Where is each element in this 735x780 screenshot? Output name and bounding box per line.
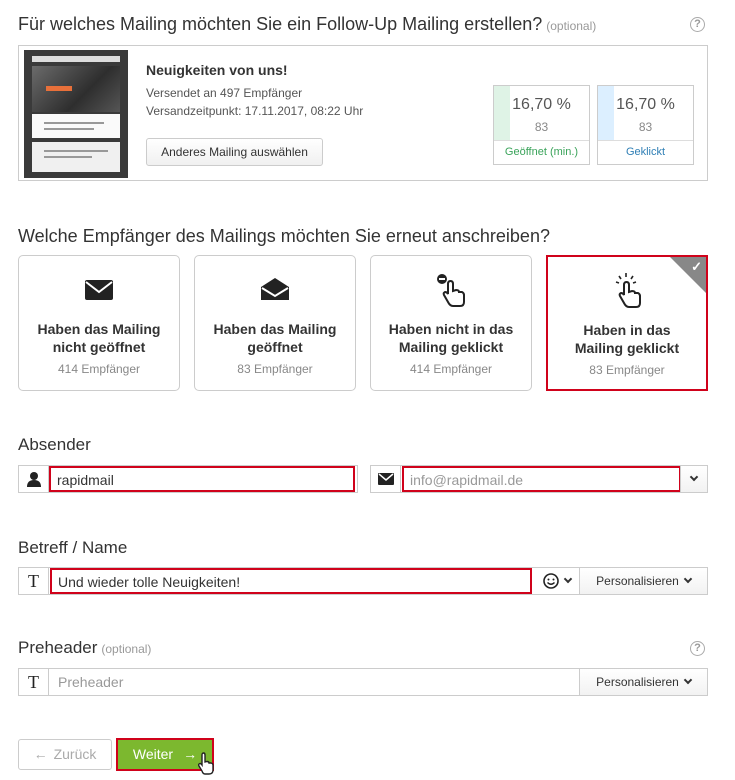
option-not-clicked[interactable]: Haben nicht in das Mailing geklickt 414 E… bbox=[370, 255, 532, 391]
preheader-label: Preheader (optional) bbox=[18, 638, 151, 658]
no-click-icon bbox=[371, 274, 531, 308]
option-label-line1: Haben in das bbox=[583, 322, 671, 338]
checkmark-icon: ✓ bbox=[691, 259, 702, 274]
section-title-recipients: Welche Empfänger des Mailings möchten Si… bbox=[18, 226, 550, 246]
option-label-line2: Mailing geklickt bbox=[574, 340, 680, 356]
section-title-text: Für welches Mailing möchten Sie ein Foll… bbox=[18, 14, 543, 34]
sender-email-field: info@rapidmail.de bbox=[370, 465, 708, 493]
option-label-line1: Haben das Mailing bbox=[37, 321, 161, 337]
arrow-left-icon: ← bbox=[33, 746, 48, 762]
preheader-field: T Preheader Personalisieren bbox=[18, 668, 708, 696]
option-label-line2: geöffnet bbox=[247, 339, 303, 355]
chevron-down-icon bbox=[563, 574, 573, 584]
option-label-line2: nicht geöffnet bbox=[52, 339, 146, 355]
sender-name-field: rapidmail bbox=[18, 465, 358, 493]
emoji-button[interactable] bbox=[535, 568, 579, 594]
envelope-open-icon bbox=[195, 274, 355, 308]
back-button[interactable]: ← Zurück bbox=[18, 739, 112, 770]
sender-name-input[interactable]: rapidmail bbox=[49, 466, 355, 492]
optional-label: (optional) bbox=[546, 19, 597, 33]
text-icon: T bbox=[19, 568, 49, 594]
sender-email-dropdown[interactable] bbox=[680, 466, 707, 492]
subject-label: Betreff / Name bbox=[18, 538, 128, 557]
envelope-icon bbox=[371, 466, 401, 492]
preheader-label-text: Preheader bbox=[18, 638, 98, 657]
mailing-sent-to: Versendet an 497 Empfänger bbox=[146, 86, 303, 100]
sender-label: Absender bbox=[18, 435, 91, 454]
personalize-label: Personalisieren bbox=[596, 675, 679, 689]
preheader-input[interactable]: Preheader bbox=[50, 669, 580, 695]
preheader-placeholder: Preheader bbox=[58, 674, 124, 690]
stat-clicked-percent: 16,70 % bbox=[616, 96, 675, 113]
change-mailing-button[interactable]: Anderes Mailing auswählen bbox=[146, 138, 323, 166]
option-not-opened[interactable]: Haben das Mailing nicht geöffnet 414 Empf… bbox=[18, 255, 180, 391]
mailing-card: Neuigkeiten von uns! Versendet an 497 Em… bbox=[18, 45, 708, 181]
stat-clicked-label: Geklickt bbox=[598, 140, 693, 164]
mailing-title: Neuigkeiten von uns! bbox=[146, 62, 288, 78]
mailing-thumbnail bbox=[24, 50, 128, 178]
section-title-mailing: Für welches Mailing möchten Sie ein Foll… bbox=[18, 14, 596, 35]
sender-email-input[interactable]: info@rapidmail.de bbox=[402, 466, 681, 492]
arrow-right-icon: → bbox=[183, 746, 198, 762]
option-recipients: 83 Empfänger bbox=[237, 362, 313, 376]
option-label-line2: Mailing geklickt bbox=[398, 339, 504, 355]
subject-input[interactable]: Und wieder tolle Neuigkeiten! bbox=[50, 568, 532, 594]
user-icon bbox=[19, 466, 49, 492]
option-opened[interactable]: Haben das Mailing geöffnet 83 Empfänger bbox=[194, 255, 356, 391]
preheader-personalize-button[interactable]: Personalisieren bbox=[579, 669, 707, 695]
option-label-line1: Haben das Mailing bbox=[213, 321, 337, 337]
next-label: Weiter bbox=[132, 746, 174, 762]
smiley-icon bbox=[543, 573, 559, 589]
text-icon: T bbox=[19, 669, 49, 695]
subject-personalize-button[interactable]: Personalisieren bbox=[579, 568, 707, 594]
option-recipients: 414 Empfänger bbox=[409, 362, 493, 376]
optional-label: (optional) bbox=[101, 642, 152, 656]
chevron-down-icon bbox=[689, 472, 699, 482]
option-clicked[interactable]: ✓ Haben in das Mailing geklickt 83 Empfän… bbox=[546, 255, 708, 391]
option-recipients: 83 Empfänger bbox=[589, 363, 665, 377]
personalize-label: Personalisieren bbox=[596, 574, 679, 588]
help-icon[interactable]: ? bbox=[690, 641, 705, 656]
hand-cursor-icon bbox=[196, 752, 216, 780]
chevron-down-icon bbox=[683, 675, 693, 685]
mailing-sent-at: Versandzeitpunkt: 17.11.2017, 08:22 Uhr bbox=[146, 104, 364, 118]
option-label-line1: Haben nicht in das bbox=[388, 321, 514, 337]
stat-clicked: 16,70 % 83 Geklickt bbox=[597, 85, 694, 165]
sender-email-placeholder: info@rapidmail.de bbox=[410, 472, 524, 488]
option-recipients: 414 Empfänger bbox=[57, 362, 141, 376]
stat-clicked-count: 83 bbox=[638, 120, 653, 134]
chevron-down-icon bbox=[683, 574, 693, 584]
stat-opened: 16,70 % 83 Geöffnet (min.) bbox=[493, 85, 590, 165]
subject-field: T Und wieder tolle Neuigkeiten! Personal… bbox=[18, 567, 708, 595]
back-label: Zurück bbox=[53, 746, 97, 762]
subject-value: Und wieder tolle Neuigkeiten! bbox=[58, 574, 241, 590]
sender-name-value: rapidmail bbox=[57, 472, 114, 488]
envelope-closed-icon bbox=[19, 274, 179, 308]
help-icon[interactable]: ? bbox=[690, 17, 705, 32]
stat-opened-count: 83 bbox=[534, 120, 549, 134]
click-icon bbox=[548, 273, 706, 309]
stat-opened-label: Geöffnet (min.) bbox=[494, 140, 589, 164]
stat-opened-percent: 16,70 % bbox=[512, 96, 571, 113]
